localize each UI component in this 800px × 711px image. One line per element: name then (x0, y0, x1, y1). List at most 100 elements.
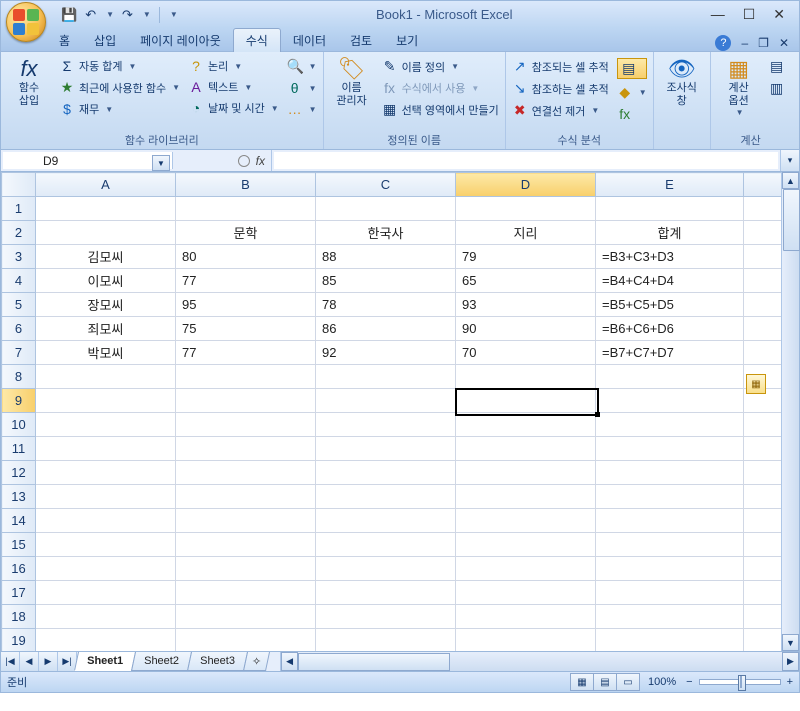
tab-insert[interactable]: 삽입 (82, 29, 128, 52)
cell[interactable] (596, 557, 744, 581)
cell[interactable] (176, 605, 316, 629)
row-header[interactable]: 10 (2, 413, 36, 437)
cell[interactable] (744, 629, 782, 652)
undo-dropdown[interactable]: ▼ (106, 10, 114, 19)
col-header-C[interactable]: C (316, 173, 456, 197)
row-header[interactable]: 11 (2, 437, 36, 461)
datetime-button[interactable]: ◔날짜 및 시간▼ (188, 100, 279, 116)
smart-tag[interactable]: ▦ (746, 374, 766, 394)
tab-pagelayout[interactable]: 페이지 레이아웃 (128, 29, 233, 52)
cell[interactable] (36, 629, 176, 652)
cell[interactable] (744, 605, 782, 629)
more-functions-button[interactable]: …▼ (287, 101, 317, 117)
row-header[interactable]: 18 (2, 605, 36, 629)
cell[interactable] (456, 581, 596, 605)
cell[interactable] (596, 533, 744, 557)
name-box[interactable]: D9 ▼ (3, 152, 173, 169)
tab-review[interactable]: 검토 (338, 29, 384, 52)
evaluate-formula-button[interactable]: fx (617, 106, 647, 122)
undo-icon[interactable]: ↶ (85, 7, 96, 23)
cell[interactable] (316, 485, 456, 509)
cell[interactable] (456, 557, 596, 581)
scroll-thumb[interactable] (783, 189, 800, 251)
row-header[interactable]: 7 (2, 341, 36, 365)
cell[interactable] (744, 341, 782, 365)
calc-now-button[interactable]: ▤ (769, 58, 785, 75)
hscroll-thumb[interactable] (298, 653, 450, 671)
row-header[interactable]: 1 (2, 197, 36, 221)
row-header[interactable]: 8 (2, 365, 36, 389)
cell[interactable] (36, 389, 176, 413)
sheet-nav-next[interactable]: ▶ (39, 652, 58, 671)
name-manager-button[interactable]: 🏷 이름 관리자 (328, 54, 376, 112)
cell[interactable] (36, 605, 176, 629)
cell[interactable] (176, 509, 316, 533)
logical-button[interactable]: ?논리▼ (188, 58, 279, 74)
sheet-tab-new[interactable]: ✧ (243, 652, 270, 671)
tab-formulas[interactable]: 수식 (233, 28, 281, 52)
cell[interactable] (744, 245, 782, 269)
row-header[interactable]: 14 (2, 509, 36, 533)
cell[interactable] (744, 221, 782, 245)
sheet-nav-prev[interactable]: ◀ (20, 652, 39, 671)
cell[interactable] (456, 389, 596, 413)
cell[interactable]: 지리 (456, 221, 596, 245)
cell[interactable] (744, 197, 782, 221)
cell[interactable] (596, 365, 744, 389)
row-header[interactable]: 19 (2, 629, 36, 652)
window-maximize[interactable]: ☐ (743, 6, 756, 23)
help-icon[interactable]: ? (715, 35, 731, 51)
row-header[interactable]: 16 (2, 557, 36, 581)
cell[interactable] (36, 461, 176, 485)
cell[interactable]: 85 (316, 269, 456, 293)
cell[interactable] (316, 197, 456, 221)
cell[interactable]: 70 (456, 341, 596, 365)
row-header[interactable]: 6 (2, 317, 36, 341)
cell[interactable] (316, 509, 456, 533)
cell[interactable] (316, 437, 456, 461)
col-header-E[interactable]: E (596, 173, 744, 197)
cell[interactable] (36, 413, 176, 437)
sheet-tab-3[interactable]: Sheet3 (187, 652, 248, 671)
cell[interactable]: 죄모씨 (36, 317, 176, 341)
formula-input[interactable] (274, 152, 778, 169)
error-checking-button[interactable]: ◆▼ (617, 84, 647, 101)
create-from-selection-button[interactable]: ▦선택 영역에서 만들기 (382, 101, 499, 118)
cell[interactable] (316, 413, 456, 437)
cell[interactable]: 79 (456, 245, 596, 269)
zoom-in[interactable]: + (787, 676, 793, 688)
cell[interactable]: 95 (176, 293, 316, 317)
cell[interactable] (596, 605, 744, 629)
insert-function-button[interactable]: fx 함수 삽입 (5, 54, 53, 112)
cell[interactable]: =B6+C6+D6 (596, 317, 744, 341)
row-header[interactable]: 17 (2, 581, 36, 605)
formula-expand[interactable]: ▾ (780, 150, 799, 171)
zoom-level[interactable]: 100% (648, 676, 676, 688)
vertical-scrollbar[interactable]: ▲ ▼ (781, 172, 799, 651)
cell[interactable]: 김모씨 (36, 245, 176, 269)
view-pagelayout[interactable]: ▤ (593, 673, 617, 691)
view-normal[interactable]: ▦ (570, 673, 594, 691)
cell[interactable] (596, 197, 744, 221)
cell[interactable] (316, 389, 456, 413)
sheet-tab-2[interactable]: Sheet2 (131, 652, 192, 671)
row-header[interactable]: 12 (2, 461, 36, 485)
cell[interactable] (744, 413, 782, 437)
cell[interactable] (456, 485, 596, 509)
cell[interactable] (316, 605, 456, 629)
zoom-slider[interactable]: − + (686, 676, 793, 688)
cell[interactable] (744, 269, 782, 293)
math-button[interactable]: θ▼ (287, 80, 317, 96)
cell[interactable] (36, 533, 176, 557)
cell[interactable] (744, 557, 782, 581)
row-header[interactable]: 15 (2, 533, 36, 557)
cell[interactable] (456, 365, 596, 389)
row-header[interactable]: 13 (2, 485, 36, 509)
fx-icon[interactable]: fx (256, 154, 265, 168)
horizontal-scrollbar[interactable]: ◀ ▶ (280, 652, 799, 671)
workbook-restore[interactable]: ❐ (758, 36, 769, 50)
workbook-minimize[interactable]: – (741, 36, 748, 50)
cell[interactable] (596, 461, 744, 485)
tab-data[interactable]: 데이터 (281, 29, 338, 52)
cell[interactable] (176, 365, 316, 389)
